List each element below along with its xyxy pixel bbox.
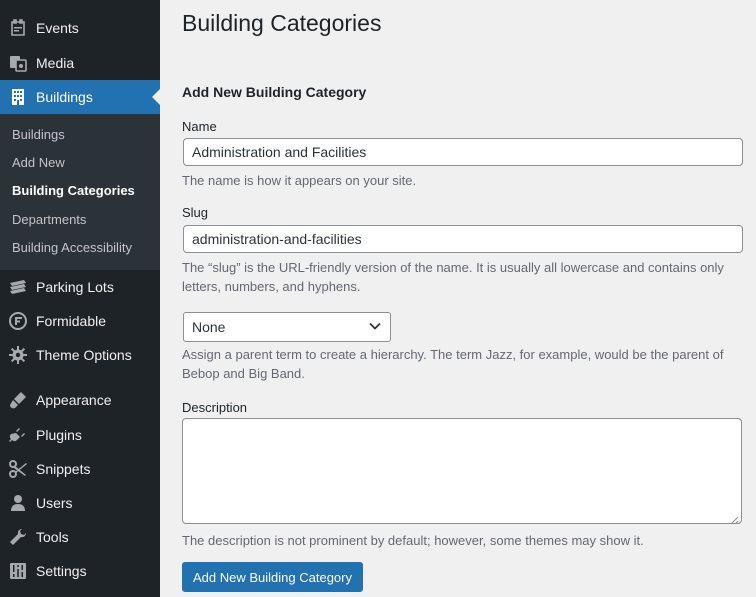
- sidebar-item-label: Appearance: [36, 392, 112, 408]
- sidebar-item-label: Theme Options: [36, 347, 132, 363]
- sidebar-item-label: Parking Lots: [36, 279, 114, 295]
- description-textarea[interactable]: [182, 418, 742, 525]
- slug-field[interactable]: administration-and-facilities: [183, 225, 743, 253]
- form-heading: Add New Building Category: [182, 84, 367, 100]
- buildings-submenu: Buildings Add New Building Categories De…: [0, 114, 160, 270]
- add-new-building-category-button[interactable]: Add New Building Category: [182, 562, 363, 592]
- calendar-icon: [8, 18, 28, 38]
- sidebar-item-snippets[interactable]: Snippets: [0, 452, 160, 486]
- sidebar-item-parking-lots[interactable]: Parking Lots: [0, 270, 160, 304]
- paintbrush-icon: [8, 390, 28, 410]
- slug-help-text: The “slug” is the URL-friendly version o…: [182, 260, 724, 294]
- description-label: Description: [182, 400, 248, 415]
- description-help-text: The description is not prominent by defa…: [182, 533, 644, 548]
- sidebar-item-label: Media: [36, 55, 75, 71]
- parent-select[interactable]: None: [183, 312, 391, 342]
- parking-lots-icon: [8, 277, 28, 297]
- sidebar-item-tools[interactable]: Tools: [0, 520, 160, 554]
- sidebar-item-label: Settings: [36, 563, 87, 579]
- sidebar-item-users[interactable]: Users: [0, 486, 160, 520]
- sidebar-item-media[interactable]: Media: [0, 46, 160, 80]
- building-icon: [8, 87, 28, 107]
- sliders-icon: [8, 561, 28, 581]
- slug-label: Slug: [182, 205, 209, 220]
- sidebar-item-label: Plugins: [36, 427, 82, 443]
- submenu-item-buildings[interactable]: Buildings: [12, 126, 65, 144]
- sidebar-item-label: Events: [36, 20, 79, 36]
- chevron-down-icon: [368, 319, 382, 336]
- sidebar-item-label: Users: [36, 495, 73, 511]
- sidebar-item-label: Snippets: [36, 461, 91, 477]
- sidebar-item-theme-options[interactable]: Theme Options: [0, 338, 160, 372]
- media-icon: [8, 53, 28, 73]
- sidebar-item-appearance[interactable]: Appearance: [0, 383, 160, 417]
- parent-select-value: None: [192, 319, 226, 335]
- submenu-item-building-categories[interactable]: Building Categories: [12, 182, 135, 200]
- sidebar-item-formidable[interactable]: Formidable: [0, 304, 160, 338]
- sidebar-item-label: Buildings: [36, 89, 93, 105]
- sidebar-item-label: Formidable: [36, 313, 107, 329]
- sidebar-item-settings[interactable]: Settings: [0, 554, 160, 588]
- plugin-icon: [8, 425, 28, 445]
- name-field[interactable]: Administration and Facilities: [183, 138, 743, 166]
- submenu-item-add-new[interactable]: Add New: [12, 154, 65, 172]
- user-icon: [8, 493, 28, 513]
- submenu-item-building-accessibility[interactable]: Building Accessibility: [12, 239, 132, 257]
- name-help-text: The name is how it appears on your site.: [182, 173, 417, 188]
- wrench-icon: [8, 527, 28, 547]
- name-label: Name: [182, 119, 217, 134]
- sidebar-item-plugins[interactable]: Plugins: [0, 418, 160, 452]
- formidable-icon: [8, 311, 28, 331]
- scissors-icon: [8, 459, 28, 479]
- sidebar-item-buildings[interactable]: Buildings: [0, 80, 160, 114]
- page-title: Building Categories: [182, 10, 382, 36]
- resize-handle-icon[interactable]: [730, 512, 739, 525]
- admin-sidebar: Events Media Buildings Buildings Add New…: [0, 0, 160, 597]
- submenu-item-departments[interactable]: Departments: [12, 211, 86, 229]
- parent-help-text: Assign a parent term to create a hierarc…: [182, 347, 724, 381]
- sidebar-item-events[interactable]: Events: [0, 11, 160, 45]
- sidebar-item-label: Tools: [36, 529, 69, 545]
- gear-icon: [8, 345, 28, 365]
